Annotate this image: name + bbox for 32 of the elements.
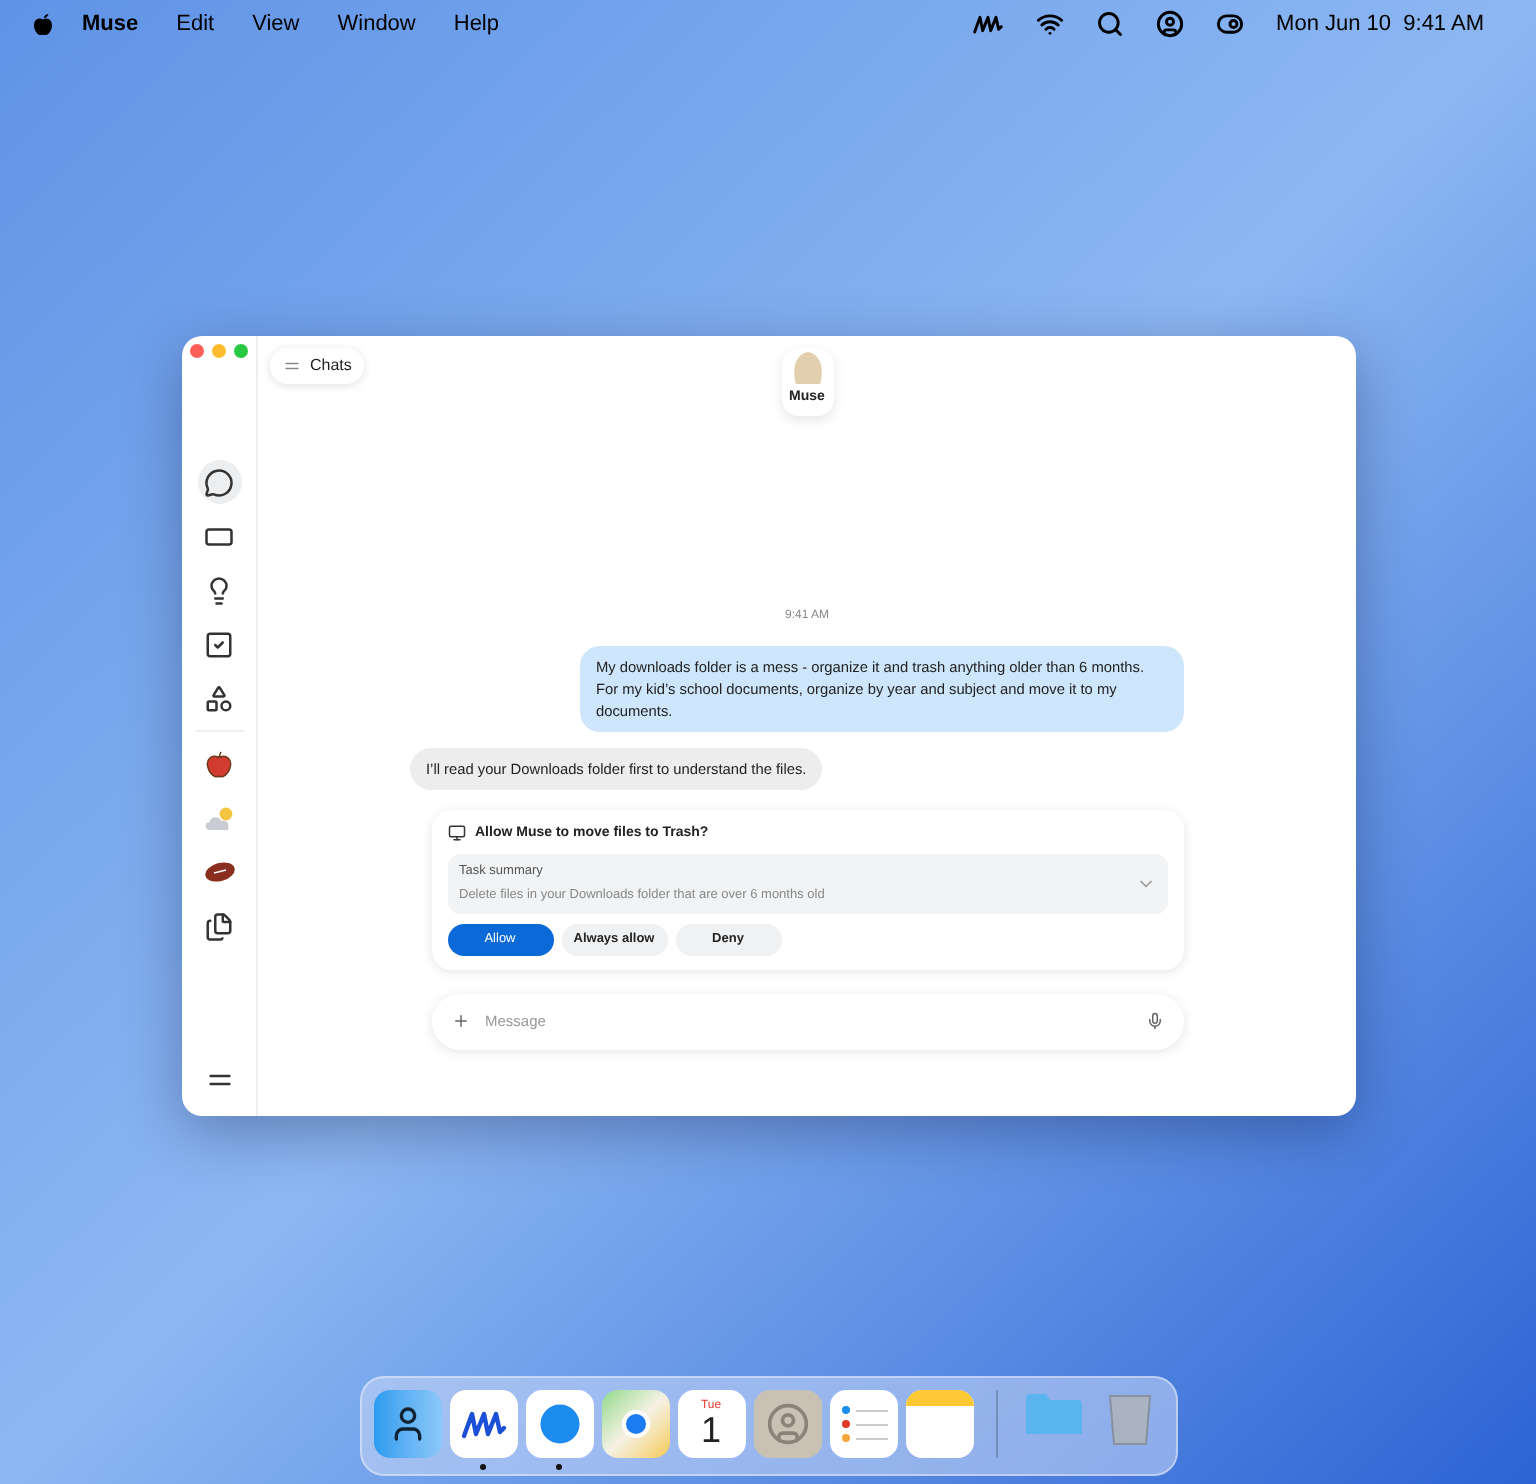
calendar-date: 1 (700, 1412, 721, 1448)
shapes-icon (204, 683, 234, 713)
apple-logo-icon[interactable] (32, 11, 54, 37)
chats-button[interactable]: Chats (270, 348, 364, 384)
map-app-icon[interactable] (601, 1390, 669, 1458)
cloud-sun-icon (203, 803, 235, 833)
menu-item[interactable]: Window (337, 7, 416, 41)
menu-item[interactable]: Edit (176, 7, 215, 41)
menu-item[interactable]: Muse (82, 7, 139, 41)
menu-item[interactable]: View (252, 7, 300, 41)
plus-icon[interactable] (451, 1012, 469, 1031)
wifi-icon[interactable] (1036, 10, 1065, 38)
clock: Mon Jun 10 9:41 AM (1276, 9, 1484, 40)
close-button[interactable] (190, 344, 204, 358)
microphone-icon[interactable] (1145, 1012, 1163, 1031)
monitor-icon (447, 824, 465, 843)
search-icon[interactable] (1096, 10, 1125, 38)
apple-icon (204, 749, 234, 779)
user-icon[interactable] (1156, 10, 1185, 38)
checkbox-icon (204, 629, 234, 659)
scribble-app-icon[interactable] (449, 1390, 517, 1458)
mascot-icon (789, 348, 825, 388)
reminders-app-icon[interactable] (829, 1390, 897, 1458)
sidebar-item[interactable] (197, 460, 241, 504)
lightbulb-icon (204, 575, 234, 605)
menu-item[interactable]: Help (453, 7, 499, 41)
files-icon (204, 911, 234, 941)
chat-bubble-icon (204, 467, 234, 497)
toggle-icon[interactable] (1216, 10, 1245, 38)
football-icon (203, 860, 235, 884)
scribble-icon (972, 12, 1005, 36)
finder-app-icon[interactable] (373, 1390, 441, 1458)
